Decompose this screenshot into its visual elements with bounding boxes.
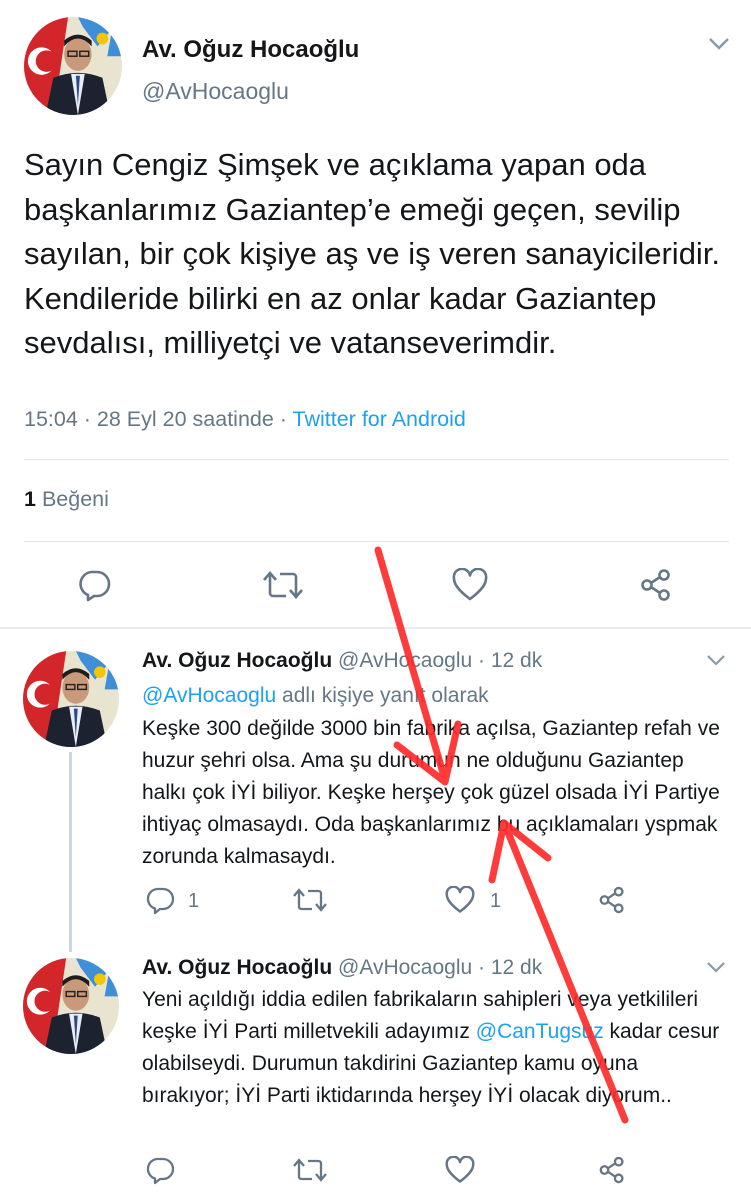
tweet-source-link[interactable]: Twitter for Android — [293, 407, 466, 431]
author-handle[interactable]: @AvHocaoglu — [142, 78, 289, 105]
reply-text: Yeni açıldığı iddia edilen fabrikaların … — [142, 984, 722, 1112]
reply-count: 1 — [188, 890, 200, 912]
like-count: 1 — [490, 890, 502, 912]
author-name[interactable]: Av. Oğuz Hocaoğlu — [142, 36, 359, 64]
tweet-text: Sayın Cengiz Şimşek ve açıklama yapan od… — [24, 147, 721, 360]
share-icon[interactable] — [638, 567, 674, 603]
reply-icon[interactable] — [145, 885, 175, 915]
reply-text: Keşke 300 değilde 3000 bin fabrika açıls… — [142, 717, 720, 868]
reply-author-name: Av. Oğuz Hocaoğlu — [142, 956, 333, 979]
reply-author-name: Av. Oğuz Hocaoğlu — [142, 649, 333, 672]
tweet-timestamp: 15:04 · 28 Eyl 20 saatinde · — [24, 407, 293, 431]
likes-summary[interactable]: 1 Beğeni — [24, 487, 109, 512]
avatar[interactable] — [24, 17, 122, 115]
retweet-icon[interactable] — [292, 1156, 328, 1184]
chevron-down-icon[interactable] — [707, 36, 731, 52]
retweet-icon[interactable] — [292, 886, 328, 914]
heart-icon[interactable] — [444, 886, 476, 914]
replying-to-handle[interactable]: @AvHocaoglu — [142, 684, 276, 707]
divider — [24, 541, 729, 542]
reply-handle-time: @AvHocaoglu · 12 dk — [332, 956, 543, 979]
avatar[interactable] — [23, 958, 119, 1054]
reply-icon[interactable] — [76, 567, 112, 603]
divider — [0, 627, 751, 629]
likes-count: 1 — [24, 487, 36, 511]
divider — [24, 459, 729, 460]
reply-header[interactable]: Av. Oğuz Hocaoğlu @AvHocaoglu · 12 dk — [142, 649, 542, 673]
heart-icon[interactable] — [451, 568, 489, 602]
thread-line — [69, 752, 72, 952]
share-icon[interactable] — [597, 1155, 627, 1185]
replying-to: @AvHocaoglu adlı kişiye yanıt olarak — [142, 684, 489, 708]
avatar-image — [23, 651, 119, 747]
share-icon[interactable] — [597, 885, 627, 915]
likes-label: Beğeni — [35, 487, 109, 511]
reply-handle-time: @AvHocaoglu · 12 dk — [332, 649, 543, 672]
reply-header[interactable]: Av. Oğuz Hocaoğlu @AvHocaoglu · 12 dk — [142, 956, 542, 980]
avatar[interactable] — [23, 651, 119, 747]
chevron-down-icon[interactable] — [705, 960, 727, 974]
reply-icon[interactable] — [145, 1155, 175, 1185]
retweet-icon[interactable] — [261, 568, 305, 602]
mention-link[interactable]: @CanTugsuz — [476, 1020, 604, 1043]
avatar-image — [23, 958, 119, 1054]
tweet-metadata: 15:04 · 28 Eyl 20 saatinde · Twitter for… — [24, 407, 466, 432]
heart-icon[interactable] — [444, 1156, 476, 1184]
replying-to-label: adlı kişiye yanıt olarak — [276, 684, 489, 707]
chevron-down-icon[interactable] — [705, 653, 727, 667]
avatar-image — [24, 17, 122, 115]
